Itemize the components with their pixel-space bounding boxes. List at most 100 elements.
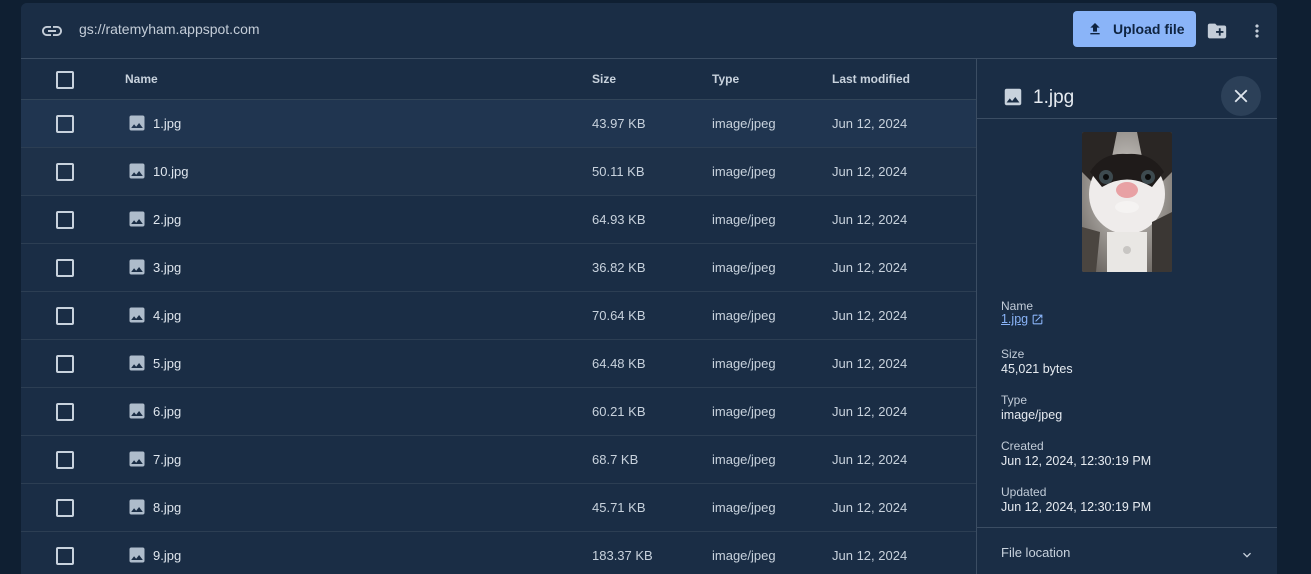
- details-header: 1.jpg: [977, 59, 1277, 119]
- image-icon: [129, 499, 145, 515]
- close-details-button[interactable]: [1221, 76, 1261, 116]
- more-vert-icon[interactable]: [1247, 20, 1267, 42]
- type-value: image/jpeg: [1001, 408, 1063, 422]
- file-modified: Jun 12, 2024: [832, 356, 908, 371]
- file-modified: Jun 12, 2024: [832, 116, 908, 131]
- file-modified: Jun 12, 2024: [832, 548, 908, 563]
- row-checkbox[interactable]: [56, 307, 74, 325]
- file-type: image/jpeg: [712, 500, 776, 515]
- image-preview: [1082, 132, 1172, 272]
- file-name-link[interactable]: 1.jpg: [1001, 312, 1044, 326]
- file-size: 45.71 KB: [592, 500, 646, 515]
- row-checkbox[interactable]: [56, 451, 74, 469]
- row-checkbox[interactable]: [56, 115, 74, 133]
- file-modified: Jun 12, 2024: [832, 212, 908, 227]
- column-size-header[interactable]: Size: [592, 72, 616, 86]
- image-icon: [129, 403, 145, 419]
- table-row[interactable]: 9.jpg 183.37 KB image/jpeg Jun 12, 2024: [21, 532, 976, 574]
- updated-value: Jun 12, 2024, 12:30:19 PM: [1001, 500, 1152, 514]
- file-modified: Jun 12, 2024: [832, 164, 908, 179]
- file-modified: Jun 12, 2024: [832, 260, 908, 275]
- file-size: 60.21 KB: [592, 404, 646, 419]
- file-size: 70.64 KB: [592, 308, 646, 323]
- table-row[interactable]: 3.jpg 36.82 KB image/jpeg Jun 12, 2024: [21, 244, 976, 292]
- file-name[interactable]: 6.jpg: [153, 404, 181, 419]
- file-table: Name Size Type Last modified 1.jpg 43.97 …: [21, 59, 976, 574]
- file-type: image/jpeg: [712, 452, 776, 467]
- row-checkbox[interactable]: [56, 259, 74, 277]
- file-name[interactable]: 3.jpg: [153, 260, 181, 275]
- table-row[interactable]: 8.jpg 45.71 KB image/jpeg Jun 12, 2024: [21, 484, 976, 532]
- file-size: 64.93 KB: [592, 212, 646, 227]
- file-name[interactable]: 2.jpg: [153, 212, 181, 227]
- file-name[interactable]: 8.jpg: [153, 500, 181, 515]
- table-row[interactable]: 5.jpg 64.48 KB image/jpeg Jun 12, 2024: [21, 340, 976, 388]
- details-title: 1.jpg: [1033, 87, 1075, 108]
- column-name-header[interactable]: Name: [125, 72, 158, 86]
- file-name[interactable]: 1.jpg: [153, 116, 181, 131]
- file-modified: Jun 12, 2024: [832, 308, 908, 323]
- created-value: Jun 12, 2024, 12:30:19 PM: [1001, 454, 1152, 468]
- file-type: image/jpeg: [712, 116, 776, 131]
- file-type: image/jpeg: [712, 548, 776, 563]
- row-checkbox[interactable]: [56, 163, 74, 181]
- file-details-panel: 1.jpg Name 1.jpg Size 45,021 bytes Type …: [976, 59, 1277, 574]
- name-label: Name: [1001, 299, 1034, 313]
- file-name[interactable]: 10.jpg: [153, 164, 188, 179]
- file-type: image/jpeg: [712, 260, 776, 275]
- file-name-value: 1.jpg: [1001, 312, 1029, 326]
- size-value: 45,021 bytes: [1001, 362, 1073, 376]
- create-folder-icon[interactable]: [1205, 20, 1229, 42]
- image-icon: [129, 259, 145, 275]
- table-row[interactable]: 6.jpg 60.21 KB image/jpeg Jun 12, 2024: [21, 388, 976, 436]
- upload-file-label: Upload file: [1113, 21, 1185, 37]
- select-all-checkbox[interactable]: [56, 71, 74, 89]
- file-name[interactable]: 4.jpg: [153, 308, 181, 323]
- bucket-path[interactable]: gs://ratemyham.appspot.com: [79, 21, 260, 37]
- row-checkbox[interactable]: [56, 547, 74, 565]
- file-location-expander[interactable]: File location: [977, 528, 1277, 574]
- file-type: image/jpeg: [712, 212, 776, 227]
- chevron-down-icon: [1243, 552, 1251, 558]
- image-icon: [129, 355, 145, 371]
- file-location-label: File location: [1001, 545, 1071, 560]
- image-icon: [129, 211, 145, 227]
- file-size: 183.37 KB: [592, 548, 653, 563]
- row-checkbox[interactable]: [56, 499, 74, 517]
- created-label: Created: [1001, 439, 1044, 453]
- image-icon: [129, 115, 145, 131]
- file-modified: Jun 12, 2024: [832, 500, 908, 515]
- storage-browser: gs://ratemyham.appspot.com Upload file N…: [21, 3, 1277, 574]
- file-size: 36.82 KB: [592, 260, 646, 275]
- file-size: 43.97 KB: [592, 116, 646, 131]
- file-type: image/jpeg: [712, 164, 776, 179]
- column-type-header[interactable]: Type: [712, 72, 739, 86]
- row-checkbox[interactable]: [56, 355, 74, 373]
- file-type: image/jpeg: [712, 308, 776, 323]
- table-row[interactable]: 7.jpg 68.7 KB image/jpeg Jun 12, 2024: [21, 436, 976, 484]
- table-header: Name Size Type Last modified: [21, 59, 976, 100]
- file-type: image/jpeg: [712, 356, 776, 371]
- table-row[interactable]: 4.jpg 70.64 KB image/jpeg Jun 12, 2024: [21, 292, 976, 340]
- file-name[interactable]: 9.jpg: [153, 548, 181, 563]
- table-row[interactable]: 2.jpg 64.93 KB image/jpeg Jun 12, 2024: [21, 196, 976, 244]
- table-row[interactable]: 1.jpg 43.97 KB image/jpeg Jun 12, 2024: [21, 100, 976, 148]
- bucket-toolbar: gs://ratemyham.appspot.com Upload file: [21, 3, 1277, 59]
- file-size: 50.11 KB: [592, 164, 645, 179]
- row-checkbox[interactable]: [56, 403, 74, 421]
- type-label: Type: [1001, 393, 1028, 407]
- row-checkbox[interactable]: [56, 211, 74, 229]
- updated-label: Updated: [1001, 485, 1047, 499]
- column-modified-header[interactable]: Last modified: [832, 72, 910, 86]
- table-row[interactable]: 10.jpg 50.11 KB image/jpeg Jun 12, 2024: [21, 148, 976, 196]
- file-name[interactable]: 7.jpg: [153, 452, 181, 467]
- file-size: 64.48 KB: [592, 356, 646, 371]
- close-icon: [1234, 89, 1248, 103]
- link-icon: [42, 26, 62, 36]
- file-size: 68.7 KB: [592, 452, 639, 467]
- file-name[interactable]: 5.jpg: [153, 356, 181, 371]
- image-icon: [129, 307, 145, 323]
- image-icon: [129, 451, 145, 467]
- image-icon: [1004, 88, 1022, 106]
- upload-file-button[interactable]: Upload file: [1073, 11, 1196, 47]
